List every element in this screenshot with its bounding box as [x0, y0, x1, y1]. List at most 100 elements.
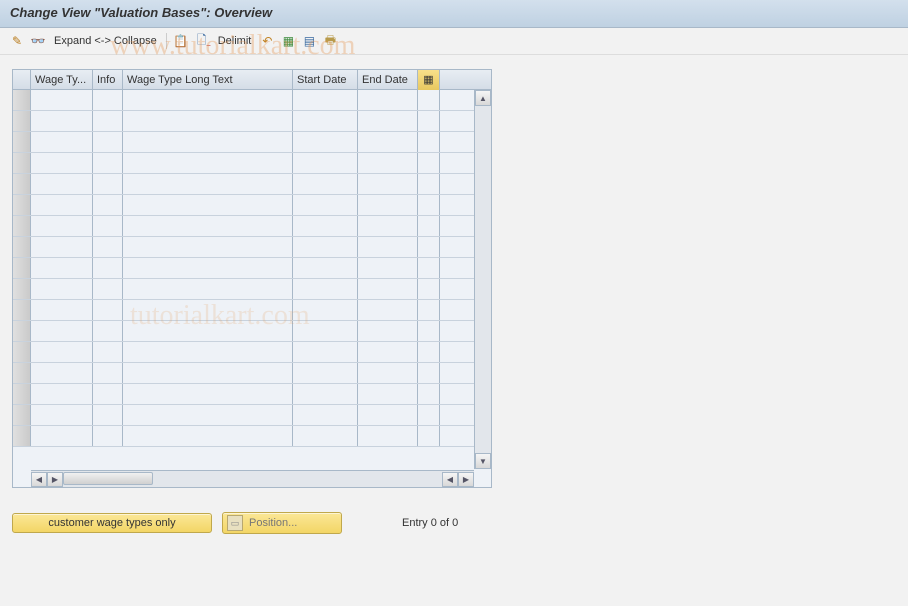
vertical-scrollbar[interactable]: ▲ ▼ [474, 90, 491, 469]
cell-end-date[interactable] [358, 384, 418, 404]
glasses-icon[interactable]: 👓 [29, 32, 47, 50]
col-header-start-date[interactable]: Start Date [293, 70, 358, 90]
cell-start-date[interactable] [293, 132, 358, 152]
cell-long-text[interactable] [123, 132, 293, 152]
cell-start-date[interactable] [293, 300, 358, 320]
cell-long-text[interactable] [123, 279, 293, 299]
cell-wage-type[interactable] [31, 132, 93, 152]
cell-end-date[interactable] [358, 321, 418, 341]
cell-info[interactable] [93, 174, 123, 194]
col-header-info[interactable]: Info [93, 70, 123, 90]
copy-icon[interactable]: 📋 [172, 32, 190, 50]
cell-start-date[interactable] [293, 342, 358, 362]
horizontal-scrollbar[interactable]: ◀ ▶ ◀ ▶ [31, 470, 474, 487]
cell-long-text[interactable] [123, 258, 293, 278]
row-selector[interactable] [13, 258, 31, 278]
scroll-left-step-icon[interactable]: ◀ [442, 472, 458, 487]
cell-long-text[interactable] [123, 216, 293, 236]
table-row[interactable] [13, 405, 491, 426]
cell-start-date[interactable] [293, 363, 358, 383]
table-row[interactable] [13, 342, 491, 363]
cell-wage-type[interactable] [31, 426, 93, 446]
cell-info[interactable] [93, 342, 123, 362]
cell-wage-type[interactable] [31, 405, 93, 425]
table-row[interactable] [13, 258, 491, 279]
table-row[interactable] [13, 111, 491, 132]
position-button[interactable]: ▭ Position... [222, 512, 342, 534]
cell-info[interactable] [93, 111, 123, 131]
cell-wage-type[interactable] [31, 342, 93, 362]
delimit-button[interactable]: Delimit [214, 35, 256, 47]
cell-wage-type[interactable] [31, 153, 93, 173]
cell-start-date[interactable] [293, 90, 358, 110]
row-selector[interactable] [13, 321, 31, 341]
cell-wage-type[interactable] [31, 195, 93, 215]
row-selector[interactable] [13, 384, 31, 404]
cell-info[interactable] [93, 321, 123, 341]
select-all-rows[interactable] [13, 70, 31, 89]
cell-info[interactable] [93, 300, 123, 320]
cell-end-date[interactable] [358, 237, 418, 257]
scroll-right-step-icon[interactable]: ▶ [47, 472, 63, 487]
table-row[interactable] [13, 363, 491, 384]
cell-start-date[interactable] [293, 258, 358, 278]
cell-info[interactable] [93, 405, 123, 425]
cell-end-date[interactable] [358, 111, 418, 131]
cell-info[interactable] [93, 216, 123, 236]
cell-wage-type[interactable] [31, 237, 93, 257]
cell-info[interactable] [93, 132, 123, 152]
deselect-all-icon[interactable]: ▤ [300, 32, 318, 50]
scroll-right-icon[interactable]: ▶ [458, 472, 474, 487]
cell-long-text[interactable] [123, 174, 293, 194]
cell-start-date[interactable] [293, 279, 358, 299]
cell-end-date[interactable] [358, 405, 418, 425]
col-header-long-text[interactable]: Wage Type Long Text [123, 70, 293, 90]
cell-info[interactable] [93, 195, 123, 215]
print-icon[interactable]: 🖶 [321, 32, 339, 50]
table-row[interactable] [13, 132, 491, 153]
cell-long-text[interactable] [123, 384, 293, 404]
row-selector[interactable] [13, 216, 31, 236]
table-row[interactable] [13, 174, 491, 195]
cell-info[interactable] [93, 90, 123, 110]
cell-long-text[interactable] [123, 426, 293, 446]
table-row[interactable] [13, 300, 491, 321]
row-selector[interactable] [13, 90, 31, 110]
cell-wage-type[interactable] [31, 258, 93, 278]
cell-long-text[interactable] [123, 405, 293, 425]
customer-wage-types-button[interactable]: customer wage types only [12, 513, 212, 533]
cell-info[interactable] [93, 153, 123, 173]
cell-long-text[interactable] [123, 300, 293, 320]
cell-start-date[interactable] [293, 321, 358, 341]
cell-end-date[interactable] [358, 342, 418, 362]
cell-wage-type[interactable] [31, 321, 93, 341]
cell-end-date[interactable] [358, 426, 418, 446]
cell-start-date[interactable] [293, 426, 358, 446]
cell-end-date[interactable] [358, 363, 418, 383]
cell-info[interactable] [93, 258, 123, 278]
cell-info[interactable] [93, 237, 123, 257]
scroll-track[interactable] [63, 471, 442, 487]
cell-start-date[interactable] [293, 195, 358, 215]
col-header-end-date[interactable]: End Date [358, 70, 418, 90]
row-selector[interactable] [13, 132, 31, 152]
row-selector[interactable] [13, 342, 31, 362]
cell-long-text[interactable] [123, 195, 293, 215]
table-row[interactable] [13, 216, 491, 237]
cell-end-date[interactable] [358, 195, 418, 215]
table-row[interactable] [13, 384, 491, 405]
table-row[interactable] [13, 195, 491, 216]
cell-info[interactable] [93, 426, 123, 446]
cell-end-date[interactable] [358, 216, 418, 236]
scroll-left-icon[interactable]: ◀ [31, 472, 47, 487]
cell-start-date[interactable] [293, 384, 358, 404]
cell-info[interactable] [93, 384, 123, 404]
col-header-wage-type[interactable]: Wage Ty... [31, 70, 93, 90]
table-row[interactable] [13, 237, 491, 258]
cell-end-date[interactable] [358, 279, 418, 299]
cell-info[interactable] [93, 279, 123, 299]
cell-start-date[interactable] [293, 216, 358, 236]
cell-end-date[interactable] [358, 132, 418, 152]
cell-info[interactable] [93, 363, 123, 383]
table-row[interactable] [13, 279, 491, 300]
